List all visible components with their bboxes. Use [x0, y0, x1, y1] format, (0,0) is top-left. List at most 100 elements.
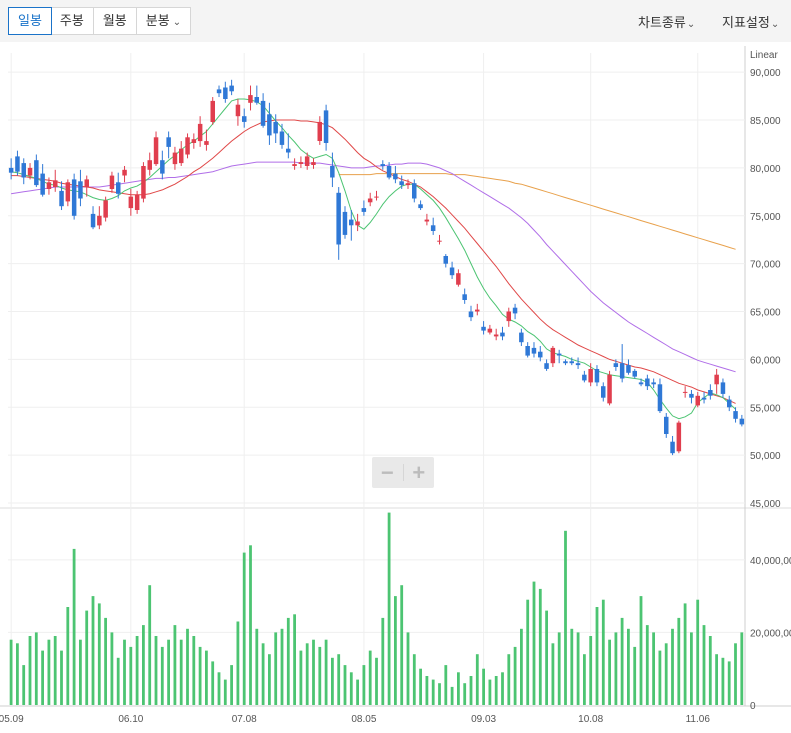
volume-bar	[236, 621, 240, 705]
candle-body	[286, 148, 291, 153]
candle-body	[78, 181, 83, 199]
volume-bar	[677, 617, 681, 705]
volume-bar	[160, 646, 164, 705]
volume-bar	[47, 639, 51, 705]
volume-bar	[545, 610, 548, 705]
ma120-line	[338, 173, 736, 250]
candle-body	[361, 208, 367, 212]
price-tick-label: 90,000	[750, 68, 781, 79]
candle-body	[292, 164, 297, 166]
volume-bar	[608, 639, 611, 705]
candle-body	[538, 351, 543, 358]
candle-body	[739, 418, 745, 425]
volume-bar	[148, 585, 152, 705]
candle-body	[588, 369, 593, 383]
volume-bar	[343, 665, 347, 705]
volume-bar	[299, 650, 303, 705]
volume-bar	[645, 625, 649, 705]
candle-body	[531, 347, 537, 354]
volume-bar	[633, 646, 637, 705]
candle-body	[84, 179, 89, 188]
volume-bar	[66, 607, 70, 705]
candle-body	[172, 152, 178, 165]
volume-bar	[129, 646, 133, 705]
candle-body	[506, 311, 511, 322]
volume-bar	[721, 657, 725, 705]
date-tick-label: 11.06	[686, 714, 711, 725]
volume-bar	[217, 672, 221, 705]
plus-icon[interactable]: +	[404, 457, 435, 488]
candle-body	[619, 363, 625, 379]
candle-body	[708, 390, 713, 396]
volume-bar	[457, 672, 460, 705]
volume-bar	[538, 588, 542, 705]
candle-body	[386, 166, 392, 178]
volume-tick-label: 0	[750, 701, 756, 712]
volume-bar	[312, 639, 315, 705]
candle-body	[342, 211, 348, 235]
candle-body	[727, 399, 732, 408]
volume-bar	[652, 632, 655, 705]
candle-body	[594, 369, 600, 383]
candle-body	[405, 183, 411, 186]
candle-body	[657, 384, 663, 412]
candle-body	[682, 391, 688, 393]
volume-bar	[639, 596, 643, 705]
volume-bar	[72, 548, 76, 705]
candle-body	[393, 173, 398, 180]
volume-bar	[482, 668, 485, 705]
candle-body	[607, 374, 612, 404]
minus-icon[interactable]: −	[372, 457, 403, 488]
candle-body	[462, 294, 467, 300]
volume-bar	[620, 617, 624, 705]
price-tick-label: 65,000	[750, 308, 781, 319]
candle-body	[475, 309, 480, 312]
volume-bar	[715, 654, 718, 705]
candle-body	[216, 89, 222, 94]
candle-body	[550, 347, 556, 364]
candle-body	[601, 386, 606, 398]
volume-bar	[9, 639, 13, 705]
volume-bar	[324, 639, 328, 705]
candle-body	[197, 123, 203, 142]
volume-bar	[727, 661, 731, 705]
candle-body	[544, 363, 549, 369]
candle-body	[481, 326, 486, 331]
volume-bar	[589, 636, 593, 705]
candle-body	[525, 346, 530, 356]
volume-bar	[690, 632, 693, 705]
volume-bar	[85, 610, 89, 705]
volume-bar	[664, 643, 668, 705]
volume-bar	[211, 661, 215, 705]
price-tick-label: 55,000	[750, 403, 781, 414]
candle-body	[695, 395, 700, 406]
candle-body	[556, 353, 562, 356]
stock-chart[interactable]: 90,000 85,000 80,000 75,000 70,000 65,000 60,0…	[0, 0, 791, 733]
volume-bar	[450, 686, 454, 705]
candle-body	[59, 190, 64, 207]
candle-body	[720, 382, 726, 394]
scale-label: Linear	[750, 50, 778, 61]
volume-bar	[198, 646, 202, 705]
candle-body	[185, 137, 190, 155]
candle-body	[613, 363, 619, 367]
candle-body	[437, 240, 442, 242]
volume-bar	[16, 643, 19, 705]
volume-bar	[601, 599, 605, 705]
candle-body	[676, 422, 682, 452]
candle-body	[569, 361, 574, 364]
candle-body	[349, 219, 354, 226]
candle-body	[179, 148, 184, 164]
volume-bar	[167, 639, 170, 705]
candle-body	[380, 164, 385, 166]
volume-bar	[173, 625, 177, 705]
candle-body	[40, 173, 45, 195]
candle-body	[500, 332, 505, 337]
date-tick-label: 10.08	[578, 714, 603, 725]
candle-body	[519, 332, 524, 343]
price-panel	[8, 79, 745, 456]
candle-body	[399, 181, 404, 186]
volume-bar	[683, 603, 687, 705]
candle-body	[443, 256, 448, 264]
candle-body	[15, 156, 20, 172]
